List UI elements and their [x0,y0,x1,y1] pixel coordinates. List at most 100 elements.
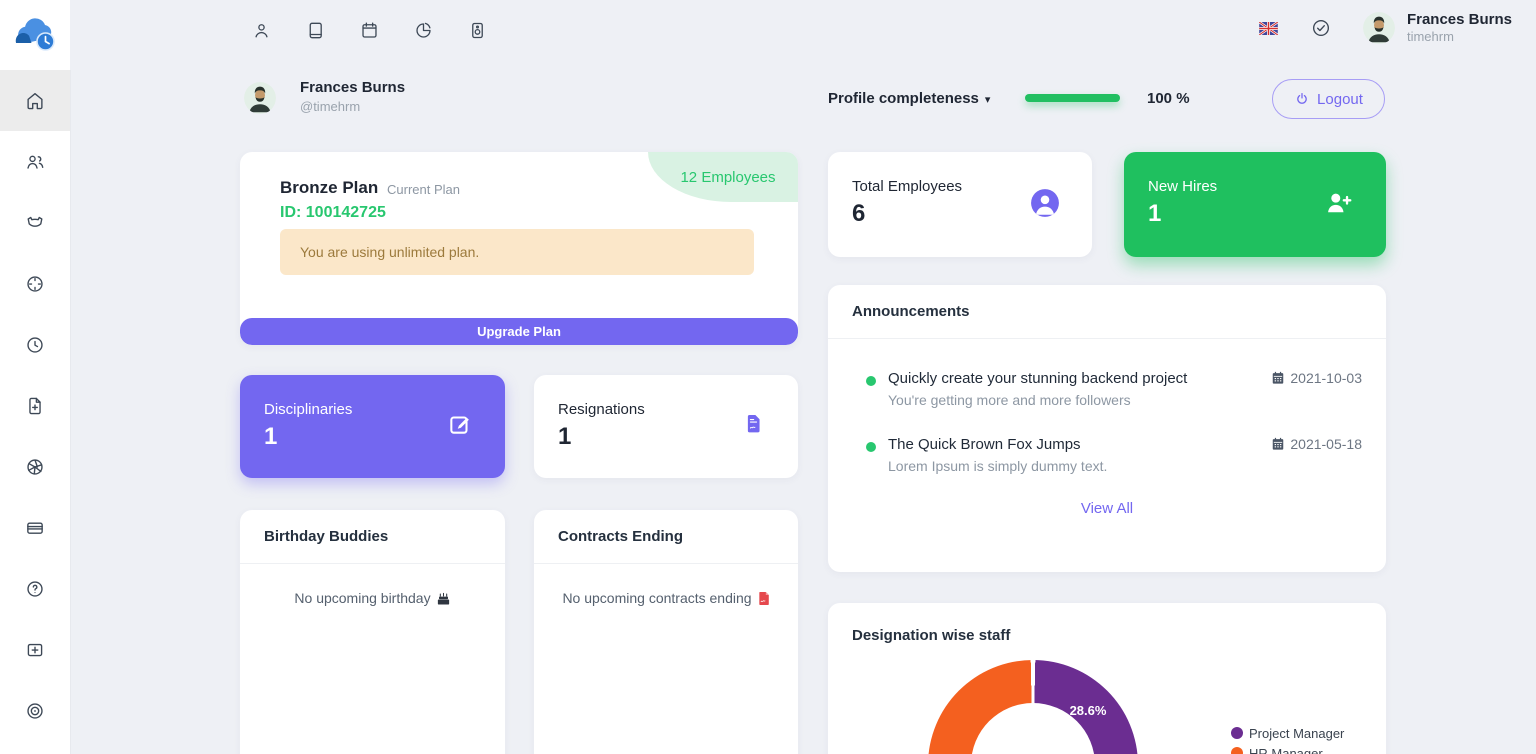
announcement-date: 2021-10-03 [1271,370,1362,386]
chart-legend: Project Manager HR Manager [1231,723,1344,754]
mask-icon [24,212,46,234]
topnav-reports[interactable] [396,10,450,50]
chevron-down-icon: ▾ [985,94,991,106]
profile-handle: @timehrm [300,99,360,114]
check-circle-icon [1310,17,1332,39]
topnav-devices[interactable] [450,10,504,50]
person-plus-icon [1324,188,1354,223]
calendar-date-icon [1271,437,1285,451]
designation-chart-card: Designation wise staff 28.6% Project Man… [828,603,1386,754]
resignations-card[interactable]: Resignations 1 [534,375,798,478]
topbar-right: Frances Burns timehrm [1249,8,1512,48]
person-icon [251,20,272,41]
disciplinaries-value: 1 [264,423,277,451]
plan-card: 12 Employees Bronze Plan Current Plan ID… [240,152,798,345]
sidebar-item-targets[interactable] [0,680,70,741]
legend-item: Project Manager [1231,723,1344,743]
total-employees-value: 6 [852,200,865,228]
plan-current-tag: Current Plan [387,182,460,197]
topnav-calendar[interactable] [342,10,396,50]
topbar-user-menu[interactable]: Frances Burns timehrm [1363,11,1512,45]
topnav-profile[interactable] [234,10,288,50]
sidebar-item-home[interactable] [0,70,70,131]
total-employees-card: Total Employees 6 [828,152,1092,257]
sidebar-item-help[interactable] [0,558,70,619]
legend-dot-hr-manager [1231,747,1243,754]
clock-icon [24,334,46,356]
profile-progress-bar [1025,94,1120,102]
disciplinaries-card[interactable]: Disciplinaries 1 [240,375,505,478]
legend-item: HR Manager [1231,743,1344,754]
contracts-empty-text: No upcoming contracts ending [534,590,798,606]
contracts-ending-card: Contracts Ending No upcoming contracts e… [534,510,798,754]
sidebar-item-attendance[interactable] [0,253,70,314]
plan-id: ID: 100142725 [280,204,386,222]
aperture-icon [24,456,46,478]
donut-slice-label: 28.6% [1056,703,1120,718]
legend-dot-project-manager [1231,727,1243,739]
profile-avatar [244,82,276,119]
upgrade-plan-button[interactable]: Upgrade Plan [240,318,798,345]
cloud-clock-logo-icon [12,18,58,52]
resignations-value: 1 [558,423,571,451]
scan-circle-icon [24,273,46,295]
cake-icon [436,591,451,606]
announcement-subtitle: You're getting more and more followers [888,392,1131,408]
file-plus-icon [24,395,46,417]
disc-icon [24,700,46,722]
new-hires-label: New Hires [1148,178,1217,195]
birthday-empty-text: No upcoming birthday [240,590,505,606]
help-icon [24,578,46,600]
green-dot-icon [866,442,876,452]
resignations-label: Resignations [558,401,645,418]
sidebar [0,70,70,754]
birthday-buddies-card: Birthday Buddies No upcoming birthday [240,510,505,754]
topbar-user-name: Frances Burns [1407,11,1512,29]
announcement-subtitle: Lorem Ipsum is simply dummy text. [888,458,1107,474]
plus-square-icon [24,639,46,661]
new-hires-card: New Hires 1 [1124,152,1386,257]
employee-count-badge: 12 Employees [648,152,798,202]
profile-completeness-label: Profile completeness [828,90,979,107]
journal-icon [305,20,326,41]
topbar-user-org: timehrm [1407,29,1512,45]
designation-chart-title: Designation wise staff [852,627,1010,644]
tasks-button[interactable] [1301,8,1341,48]
sidebar-item-documents[interactable] [0,375,70,436]
resignation-letter-icon [741,411,766,441]
profile-completeness-dropdown[interactable]: Profile completeness ▾ [828,90,990,107]
sidebar-item-employees[interactable] [0,131,70,192]
sidebar-item-leave[interactable] [0,192,70,253]
pie-chart-icon [413,20,434,41]
plan-alert: You are using unlimited plan. [280,229,754,275]
language-switcher[interactable] [1249,8,1289,48]
announcement-title: Quickly create your stunning backend pro… [888,370,1187,387]
calendar-icon [359,20,380,41]
uk-flag-icon [1259,22,1278,35]
new-hires-value: 1 [1148,200,1161,228]
speaker-icon [467,20,488,41]
logout-button[interactable]: Logout [1272,79,1385,119]
sidebar-item-time[interactable] [0,314,70,375]
disciplinaries-label: Disciplinaries [264,401,352,418]
app-logo[interactable] [0,0,70,70]
avatar [244,82,276,114]
announcements-card: Announcements Quickly create your stunni… [828,285,1386,572]
topnav [234,10,504,50]
profile-progress-fill [1025,94,1120,102]
person-circle-icon [1030,188,1060,223]
pdf-file-icon [757,591,770,606]
edit-icon [447,411,473,442]
power-icon [1294,91,1310,107]
profile-progress-value: 100 % [1147,90,1190,107]
contracts-ending-title: Contracts Ending [534,510,798,564]
view-all-link[interactable]: View All [828,500,1386,517]
green-dot-icon [866,376,876,386]
credit-card-icon [24,517,46,539]
sidebar-item-assets[interactable] [0,436,70,497]
topnav-journal[interactable] [288,10,342,50]
sidebar-item-payroll[interactable] [0,497,70,558]
sidebar-item-add[interactable] [0,619,70,680]
total-employees-label: Total Employees [852,178,962,195]
avatar [1363,12,1395,44]
